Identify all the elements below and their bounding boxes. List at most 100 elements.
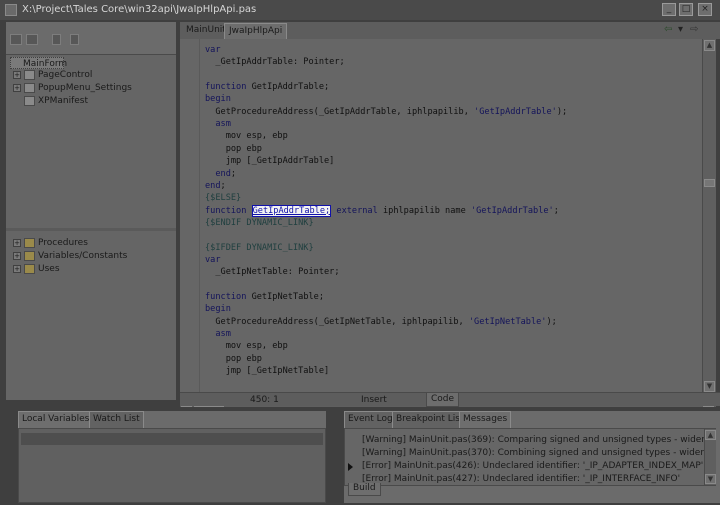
current-message-arrow-icon: [348, 463, 353, 471]
arrow-up-icon[interactable]: [52, 34, 61, 45]
tree-item-procedures[interactable]: + Procedures: [13, 237, 142, 249]
expand-icon[interactable]: +: [13, 252, 21, 260]
code-token: var: [205, 254, 221, 265]
scroll-up-icon[interactable]: ▲: [705, 430, 716, 440]
code-token: var: [205, 45, 221, 55]
expand-icon[interactable]: +: [13, 239, 21, 247]
scroll-down-icon[interactable]: ▼: [704, 381, 715, 392]
list-header: [21, 433, 323, 445]
tab-breakpoint-list[interactable]: Breakpoint List: [392, 411, 468, 428]
tree-item-mainform[interactable]: MainForm: [10, 57, 67, 69]
left-dock-panel: MainForm + PageControl + PopupMenu_Setti…: [6, 22, 176, 400]
code-line[interactable]: end;: [205, 168, 236, 180]
arrow-down-icon[interactable]: [70, 34, 79, 45]
vertical-scrollbar[interactable]: ▲ ▼: [702, 39, 716, 394]
tab-code[interactable]: Code: [426, 393, 460, 407]
structure-tree[interactable]: MainForm + PageControl + PopupMenu_Setti…: [6, 54, 176, 232]
editor-status-bar: 450: 1 Insert Code: [180, 392, 720, 407]
tree-item-variables[interactable]: + Variables/Constants: [13, 250, 162, 262]
scroll-up-icon[interactable]: ▲: [704, 40, 715, 51]
code-line[interactable]: jmp [_GetIpAddrTable]: [205, 155, 335, 167]
list-item[interactable]: [Error] MainUnit.pas(426): Undeclared id…: [362, 460, 703, 472]
code-token: ;: [553, 205, 559, 216]
expand-icon[interactable]: +: [13, 84, 21, 92]
tree-item-pagecontrol[interactable]: + PageControl: [13, 69, 142, 81]
code-line[interactable]: GetProcedureAddress(_GetIpNetTable, iphl…: [205, 316, 557, 328]
minimize-button[interactable]: _: [662, 3, 676, 16]
code-line[interactable]: asm: [205, 328, 231, 340]
tree-item-uses[interactable]: + Uses: [13, 263, 142, 275]
tab-local-variables[interactable]: Local Variables: [18, 411, 94, 428]
code-line[interactable]: _GetIpAddrTable: Pointer;: [205, 56, 344, 68]
code-line[interactable]: asm: [205, 118, 231, 130]
code-token: begin: [205, 94, 231, 105]
code-token: function: [205, 82, 247, 93]
local-variables-list[interactable]: [18, 428, 326, 503]
messages-scrollbar[interactable]: ▲ ▼: [704, 429, 716, 485]
code-line[interactable]: begin: [205, 93, 231, 105]
code-line[interactable]: mov esp, ebp: [205, 130, 288, 142]
tab-watch-list[interactable]: Watch List: [89, 411, 144, 428]
code-line[interactable]: GetProcedureAddress(_GetIpAddrTable, iph…: [205, 106, 567, 118]
code-token: mov esp, ebp: [205, 341, 288, 352]
code-token: GetProcedureAddress(_GetIpNetTable, iphl…: [205, 316, 469, 327]
code-line[interactable]: pop ebp: [205, 353, 262, 365]
code-token: function: [205, 292, 247, 302]
forward-arrow-icon[interactable]: ⇨: [690, 24, 698, 35]
maximize-button[interactable]: □: [679, 3, 693, 16]
editor-tabbar: MainUnit JwaIpHlpApi ⇦ ▾ ⇨: [180, 22, 720, 39]
debug-panel: Local Variables Watch List: [18, 411, 326, 503]
code-token: 'GetIpAddrTable': [470, 205, 554, 216]
code-line[interactable]: begin: [205, 303, 231, 315]
tab-build[interactable]: Build: [348, 483, 381, 496]
code-editor: MainUnit JwaIpHlpApi ⇦ ▾ ⇨ var _GetIpAdd…: [180, 22, 720, 407]
tab-event-log[interactable]: Event Log: [344, 411, 397, 428]
new-folder-icon[interactable]: [10, 34, 22, 45]
code-explorer-tree[interactable]: + Procedures + Variables/Constants + Use…: [6, 228, 176, 400]
expand-icon[interactable]: +: [13, 265, 21, 273]
code-line[interactable]: _GetIpNetTable: Pointer;: [205, 266, 339, 278]
code-line[interactable]: {$ELSE}: [205, 192, 241, 204]
code-line[interactable]: function GetIpAddrTable; external iphlpa…: [205, 204, 559, 217]
code-token: asm: [205, 119, 231, 130]
code-area[interactable]: var _GetIpAddrTable: Pointer; function Ge…: [180, 39, 702, 394]
code-line[interactable]: {$ENDIF DYNAMIC_LINK}: [205, 217, 314, 229]
folder-icon: [24, 264, 35, 274]
code-token: {$ELSE}: [205, 193, 242, 204]
tree-item-xpmanifest[interactable]: XPManifest: [22, 95, 142, 107]
delete-icon[interactable]: [26, 34, 38, 45]
app-icon[interactable]: [5, 4, 17, 16]
code-token: function: [205, 205, 247, 216]
tab-jwaiphlpapi[interactable]: JwaIpHlpApi: [224, 23, 288, 39]
code-line[interactable]: function GetIpAddrTable;: [205, 81, 329, 93]
code-token: external: [336, 205, 378, 216]
expand-icon[interactable]: +: [13, 71, 21, 79]
code-line[interactable]: var: [205, 254, 221, 266]
tab-mainunit[interactable]: MainUnit: [182, 23, 230, 39]
scrollbar-thumb[interactable]: [704, 179, 715, 187]
code-line[interactable]: function GetIpNetTable;: [205, 291, 324, 303]
code-token: );: [556, 106, 568, 117]
code-line[interactable]: end;: [205, 180, 226, 192]
editor-gutter[interactable]: [180, 39, 200, 394]
code-token: pop ebp: [205, 143, 262, 154]
code-line[interactable]: mov esp, ebp: [205, 340, 288, 352]
code-token: jmp [_GetIpNetTable]: [205, 366, 330, 377]
back-arrow-icon[interactable]: ⇦: [664, 24, 672, 35]
code-line[interactable]: {$IFDEF DYNAMIC_LINK}: [205, 242, 314, 254]
scroll-down-icon[interactable]: ▼: [705, 474, 716, 484]
list-item[interactable]: [Warning] MainUnit.pas(369): Comparing s…: [362, 434, 715, 446]
tree-item-popupmenu[interactable]: + PopupMenu_Settings: [13, 82, 162, 94]
code-line[interactable]: pop ebp: [205, 143, 262, 155]
code-line[interactable]: jmp [_GetIpNetTable]: [205, 365, 330, 377]
chevron-down-icon[interactable]: ▾: [678, 24, 683, 35]
list-item[interactable]: [Error] MainUnit.pas(427): Undeclared id…: [362, 473, 680, 485]
code-line[interactable]: var: [205, 44, 221, 56]
list-item[interactable]: [Warning] MainUnit.pas(370): Combining s…: [362, 447, 715, 459]
close-button[interactable]: ×: [698, 3, 712, 16]
messages-list[interactable]: [Warning] MainUnit.pas(369): Comparing s…: [344, 428, 716, 486]
tab-messages[interactable]: Messages: [459, 411, 512, 428]
window-title: X:\Project\Tales Core\win32api\JwaIpHlpA…: [22, 4, 257, 15]
messages-tabs: Event Log Breakpoint List Messages: [344, 411, 720, 428]
